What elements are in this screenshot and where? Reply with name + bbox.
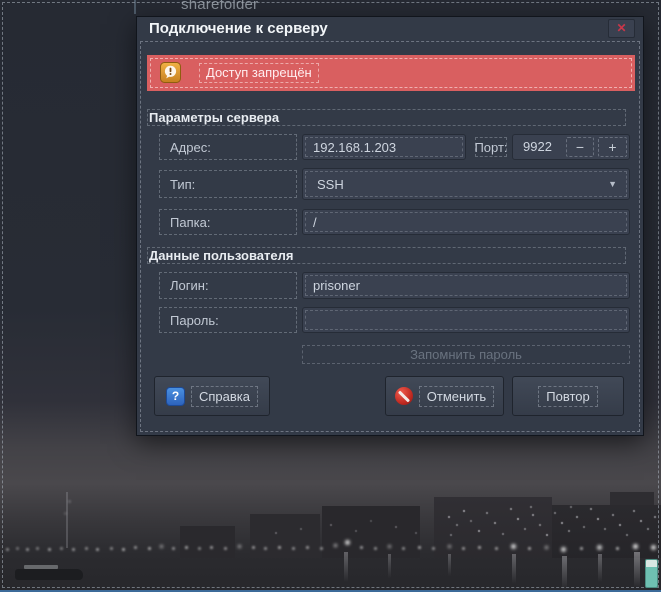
help-question-icon: ? (166, 387, 185, 406)
help-button[interactable]: ? Справка (154, 376, 270, 416)
desktop-screen: sharefolder Подключение к серверу ✕ (0, 0, 661, 592)
minus-icon: − (576, 139, 584, 155)
retry-button-label: Повтор (538, 386, 597, 407)
boat-silhouette (15, 569, 83, 580)
error-banner: Доступ запрещён (147, 55, 635, 91)
port-value[interactable]: 9922 (523, 139, 552, 154)
close-icon: ✕ (616, 21, 626, 35)
dialog-title: Подключение к серверу (149, 20, 328, 37)
remember-password-label: Запомнить пароль (410, 347, 522, 362)
user-section-title: Данные пользователя (149, 248, 297, 263)
user-section-header: Данные пользователя (147, 247, 626, 264)
address-label: Адрес: (159, 134, 297, 160)
cancel-prohibition-icon (395, 387, 413, 405)
background-divider-line (134, 0, 136, 14)
background-scrollbar-thumb[interactable] (645, 559, 658, 588)
folder-input[interactable] (302, 209, 630, 235)
chevron-down-icon: ▼ (608, 179, 617, 189)
server-section-title: Параметры сервера (149, 110, 283, 125)
error-banner-text: Доступ запрещён (199, 63, 319, 83)
port-spinbox[interactable]: 9922 − + (512, 134, 630, 160)
address-input[interactable] (302, 134, 466, 160)
plus-icon: + (608, 139, 616, 155)
dialog-content: Доступ запрещён Параметры сервера Адрес:… (140, 41, 640, 432)
dialog-titlebar[interactable]: Подключение к серверу ✕ (137, 17, 643, 41)
type-selected-value: SSH (317, 177, 344, 192)
retry-button[interactable]: Повтор (512, 376, 624, 416)
server-section-header: Параметры сервера (147, 109, 626, 126)
cancel-button-label: Отменить (419, 386, 494, 407)
connect-to-server-dialog: Подключение к серверу ✕ (136, 16, 644, 436)
login-input[interactable] (302, 272, 630, 299)
type-label: Тип: (159, 170, 297, 198)
port-decrement-button[interactable]: − (566, 137, 594, 157)
port-label: Порт: (475, 137, 507, 157)
warning-icon (160, 62, 181, 83)
folder-label: Папка: (159, 209, 297, 235)
type-select[interactable]: SSH ▼ (302, 168, 630, 200)
background-file-label: sharefolder (181, 0, 258, 13)
remember-password-checkbox[interactable]: Запомнить пароль (302, 345, 630, 364)
help-button-label: Справка (191, 386, 258, 407)
password-input[interactable] (302, 307, 630, 333)
close-button[interactable]: ✕ (608, 19, 635, 38)
crane-silhouette (66, 492, 68, 548)
cancel-button[interactable]: Отменить (385, 376, 504, 416)
password-label: Пароль: (159, 307, 297, 333)
port-increment-button[interactable]: + (598, 137, 627, 157)
login-label: Логин: (159, 272, 297, 299)
